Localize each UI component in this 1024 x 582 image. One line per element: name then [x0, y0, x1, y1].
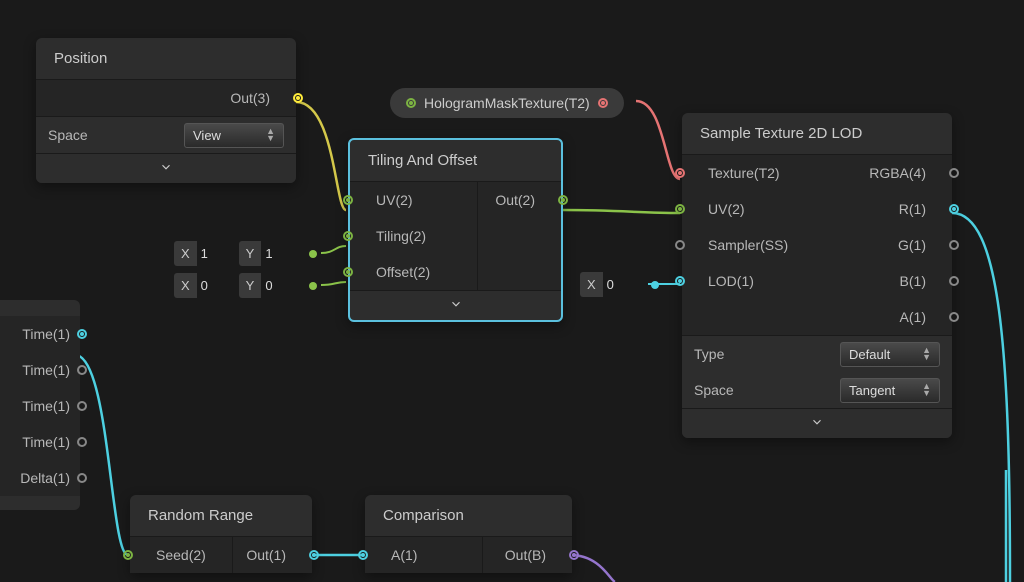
type-dropdown[interactable]: Default▲▼ [840, 342, 940, 367]
inline-lod-port [651, 281, 659, 289]
port-label-texture: Texture(T2) [708, 165, 780, 181]
tiling-x-input[interactable]: X [174, 241, 235, 266]
output-port-r[interactable] [949, 204, 959, 214]
lod-x-input[interactable]: X [580, 272, 641, 297]
node-title: Random Range [130, 495, 312, 537]
pill-label: HologramMaskTexture(T2) [424, 95, 590, 111]
inline-tiling-inputs: X Y [174, 241, 317, 266]
pill-output-port[interactable] [598, 98, 608, 108]
pill-dot [406, 98, 416, 108]
tiling-y-input[interactable]: Y [239, 241, 300, 266]
input-port-lod[interactable] [675, 276, 685, 286]
port-label-delta: Delta(1) [10, 470, 70, 486]
node-position[interactable]: Position Out(3) Space View ▲▼ [36, 38, 296, 183]
input-port-offset[interactable] [343, 267, 353, 277]
node-tiling-offset[interactable]: Tiling And Offset UV(2) Tiling(2) Offset… [348, 138, 563, 322]
node-title: Tiling And Offset [350, 140, 561, 182]
output-port-out1[interactable] [309, 550, 319, 560]
output-port-rgba[interactable] [949, 168, 959, 178]
input-port-uv[interactable] [343, 195, 353, 205]
type-label: Type [694, 346, 724, 362]
output-port-delta[interactable] [77, 473, 87, 483]
port-label-lod: LOD(1) [708, 273, 754, 289]
output-port-time-1[interactable] [77, 365, 87, 375]
output-port-time-2[interactable] [77, 401, 87, 411]
offset-y-input[interactable]: Y [239, 273, 300, 298]
inline-offset-port [309, 282, 317, 290]
property-pill-hologram[interactable]: HologramMaskTexture(T2) [390, 88, 624, 118]
node-title: Position [36, 38, 296, 80]
output-port-a[interactable] [949, 312, 959, 322]
output-port-out2[interactable] [558, 195, 568, 205]
input-port-texture[interactable] [675, 168, 685, 178]
port-label-time: Time(1) [10, 326, 70, 342]
port-label-time: Time(1) [10, 434, 70, 450]
output-port-time-0[interactable] [77, 329, 87, 339]
port-label-out: Out(3) [230, 90, 270, 106]
input-port-tiling[interactable] [343, 231, 353, 241]
port-label-out: Out(2) [495, 192, 535, 208]
node-title: Sample Texture 2D LOD [682, 113, 952, 155]
space-label: Space [48, 127, 88, 143]
collapse-toggle[interactable] [36, 153, 296, 183]
output-port-b[interactable] [949, 276, 959, 286]
node-random-range[interactable]: Random Range Seed(2) Out(1) [130, 495, 312, 573]
input-port-uv[interactable] [675, 204, 685, 214]
collapse-toggle[interactable] [682, 408, 952, 438]
port-label-tiling: Tiling(2) [376, 228, 426, 244]
inline-lod-inputs: X [580, 272, 659, 297]
port-label-uv: UV(2) [708, 201, 745, 217]
port-label-offset: Offset(2) [376, 264, 430, 280]
output-port-outb[interactable] [569, 550, 579, 560]
port-label-time: Time(1) [10, 398, 70, 414]
inline-tiling-port [309, 250, 317, 258]
node-title: Comparison [365, 495, 572, 537]
space-dropdown[interactable]: View ▲▼ [184, 123, 284, 148]
node-comparison[interactable]: Comparison A(1) Out(B) [365, 495, 572, 573]
offset-x-input[interactable]: X [174, 273, 235, 298]
output-port-g[interactable] [949, 240, 959, 250]
space-label: Space [694, 382, 734, 398]
input-port-sampler[interactable] [675, 240, 685, 250]
node-time-partial[interactable]: Time(1) Time(1) Time(1) Time(1) Delta(1) [0, 300, 80, 510]
port-label-out: Out(B) [505, 547, 546, 563]
port-label-seed: Seed(2) [156, 547, 206, 563]
port-label-a: A(1) [900, 309, 926, 325]
port-label-r: R(1) [899, 201, 926, 217]
port-label-time: Time(1) [10, 362, 70, 378]
port-label-sampler: Sampler(SS) [708, 237, 788, 253]
output-port-out3[interactable] [293, 93, 303, 103]
output-port-time-3[interactable] [77, 437, 87, 447]
space-dropdown[interactable]: Tangent▲▼ [840, 378, 940, 403]
port-label-uv: UV(2) [376, 192, 413, 208]
input-port-seed[interactable] [123, 550, 133, 560]
node-sample-texture[interactable]: Sample Texture 2D LOD Texture(T2) RGBA(4… [682, 113, 952, 438]
port-label-out: Out(1) [246, 547, 286, 563]
port-label-a: A(1) [391, 547, 417, 563]
port-label-g: G(1) [898, 237, 926, 253]
input-port-a[interactable] [358, 550, 368, 560]
inline-offset-inputs: X Y [174, 273, 317, 298]
port-label-b: B(1) [900, 273, 926, 289]
collapse-toggle[interactable] [350, 290, 561, 320]
port-label-rgba: RGBA(4) [869, 165, 926, 181]
